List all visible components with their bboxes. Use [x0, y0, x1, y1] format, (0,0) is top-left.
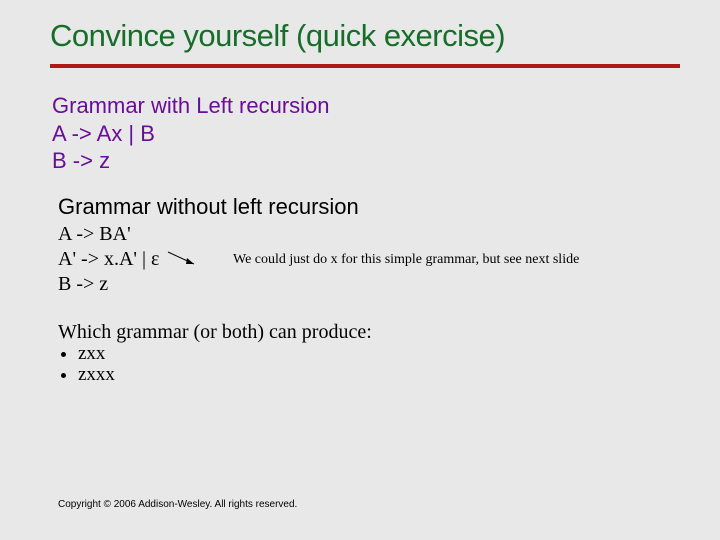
copyright-text: Copyright © 2006 Addison-Wesley. All rig…	[58, 499, 297, 510]
section-question: Which grammar (or both) can produce: zxx…	[58, 321, 680, 386]
section1-rule1: A -> Ax | B	[52, 120, 680, 148]
section-left-recursion: Grammar with Left recursion A -> Ax | B …	[52, 92, 680, 175]
section2-note: We could just do x for this simple gramm…	[233, 251, 579, 269]
section2-rules: A -> BA' A' -> x.A' | ε We could just do…	[58, 222, 680, 297]
section2-heading: Grammar without left recursion	[58, 193, 680, 221]
section1-rule2: B -> z	[52, 147, 680, 175]
section-no-left-recursion: Grammar without left recursion A -> BA' …	[58, 193, 680, 298]
section2-rule2: A' -> x.A' | ε	[58, 248, 159, 270]
section1-heading: Grammar with Left recursion	[52, 92, 680, 120]
slide-title: Convince yourself (quick exercise)	[50, 18, 680, 54]
section2-rule2-row: A' -> x.A' | ε We could just do x for th…	[58, 247, 680, 272]
section2-rule1: A -> BA'	[58, 222, 680, 247]
arrow-icon	[164, 250, 204, 270]
section2-rule3: B -> z	[58, 272, 680, 297]
title-divider	[50, 64, 680, 68]
section3-question: Which grammar (or both) can produce:	[58, 321, 680, 344]
list-item: zxx	[78, 344, 680, 365]
section3-list: zxx zxxx	[58, 344, 680, 386]
list-item: zxxx	[78, 365, 680, 386]
slide: Convince yourself (quick exercise) Gramm…	[0, 0, 720, 540]
